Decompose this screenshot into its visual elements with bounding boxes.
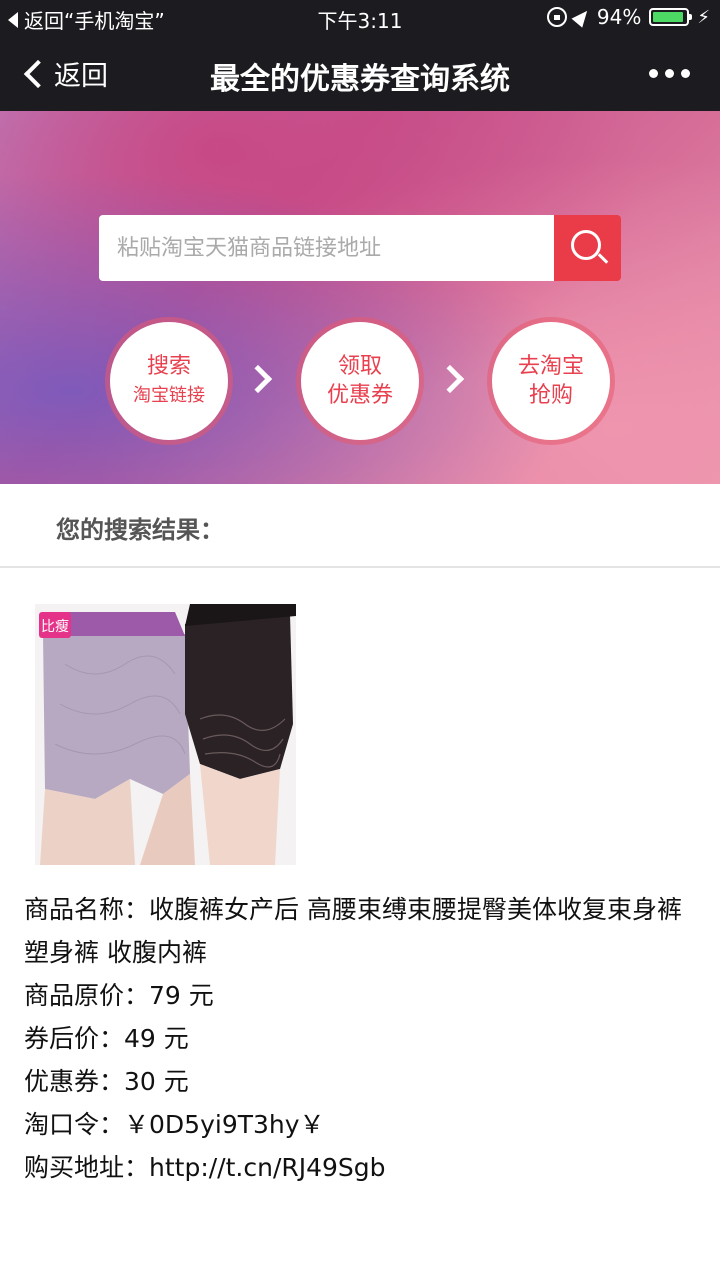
chevron-right-icon (243, 364, 273, 394)
step-get-coupon: 领取 优惠券 (301, 322, 419, 440)
step-title: 搜索 (146, 354, 191, 379)
step-subtitle: 优惠券 (326, 383, 393, 408)
label: 券后价： (24, 1024, 125, 1053)
original-price-row: 商品原价：79 元 (24, 974, 704, 1017)
search-input[interactable] (99, 215, 554, 281)
product-info: 商品名称：收腹裤女产后 高腰束缚束腰提臀美体收复束身裤 塑身裤 收腹内裤 商品原… (24, 888, 704, 1189)
label: 优惠券： (24, 1067, 125, 1096)
original-price: 79 元 (149, 981, 214, 1010)
location-arrow-icon (571, 6, 593, 28)
battery-percent: 94% (596, 5, 642, 29)
charging-icon: ⚡ (697, 6, 710, 28)
taokouling[interactable]: ￥0D5yi9T3hy￥ (124, 1110, 325, 1139)
step-title: 领取 (337, 354, 382, 379)
taokouling-row: 淘口令：￥0D5yi9T3hy￥ (24, 1103, 704, 1146)
purchase-link[interactable]: http://t.cn/RJ49Sgb (149, 1153, 386, 1182)
product-image[interactable]: 比瘦 (35, 604, 296, 865)
coupon-row: 优惠券：30 元 (24, 1060, 704, 1103)
hero-banner: 搜索 淘宝链接 领取 优惠券 去淘宝 抢购 (0, 111, 720, 484)
step-subtitle: 抢购 (528, 383, 573, 408)
step-go-taobao: 去淘宝 抢购 (492, 322, 610, 440)
label: 商品原价： (24, 981, 150, 1010)
status-bar: 返回“手机淘宝” 下午3:11 94% ⚡ (0, 0, 720, 36)
step-search-link: 搜索 淘宝链接 (110, 322, 228, 440)
purchase-url-row: 购买地址：http://t.cn/RJ49Sgb (24, 1146, 704, 1189)
coupon-price-row: 券后价：49 元 (24, 1017, 704, 1060)
result-header: 您的搜索结果： (0, 484, 720, 568)
label: 淘口令： (24, 1110, 125, 1139)
step-title: 去淘宝 (517, 354, 584, 379)
label: 购买地址： (24, 1153, 150, 1182)
search-icon (571, 230, 601, 260)
coupon-price: 49 元 (124, 1024, 189, 1053)
coupon-value: 30 元 (124, 1067, 189, 1096)
rotation-lock-icon (546, 7, 567, 27)
nav-bar: 返回 最全的优惠券查询系统 (0, 36, 720, 111)
step-subtitle: 淘宝链接 (133, 385, 205, 406)
brand-logo-text: 比瘦 (41, 618, 69, 635)
result-header-label: 您的搜索结果： (56, 516, 224, 544)
product-name-row: 商品名称：收腹裤女产后 高腰束缚束腰提臀美体收复束身裤 塑身裤 收腹内裤 (24, 888, 704, 974)
label: 商品名称： (24, 895, 150, 924)
search-bar (99, 215, 621, 281)
more-options-icon[interactable] (649, 69, 690, 78)
battery-icon (649, 8, 693, 26)
search-button[interactable] (554, 215, 621, 281)
chevron-right-icon (435, 364, 465, 394)
page-title: 最全的优惠券查询系统 (210, 62, 510, 97)
